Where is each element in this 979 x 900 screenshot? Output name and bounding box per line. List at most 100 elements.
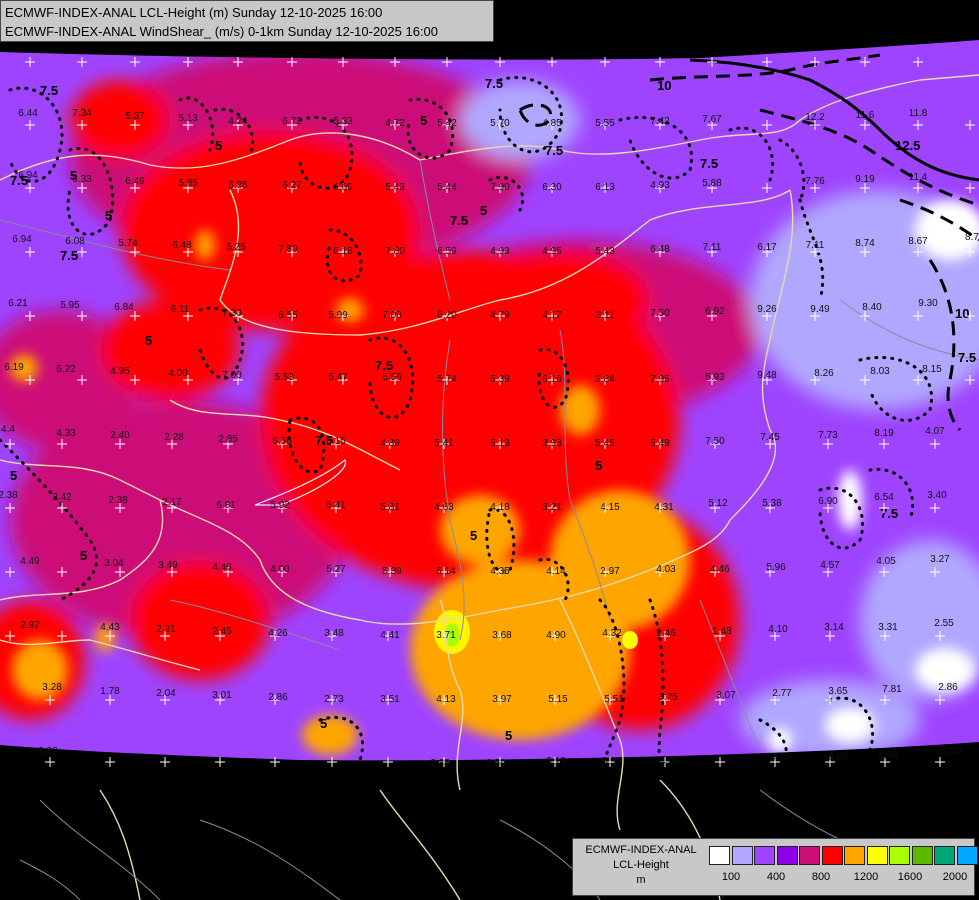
grid-value: 9.19	[855, 174, 875, 185]
grid-value: 5.96	[766, 562, 786, 573]
grid-value: 11.6	[856, 110, 875, 121]
grid-value: 6.99	[828, 752, 848, 763]
grid-value: 3.84	[595, 374, 615, 385]
grid-value: 3.75	[658, 692, 678, 703]
grid-value: 3.18	[546, 756, 566, 767]
grid-value: 3.40	[927, 490, 947, 501]
legend-swatch	[866, 846, 888, 865]
contour-label: 12.5	[895, 138, 920, 153]
grid-value: 5.51	[604, 694, 624, 705]
grid-value: 5.42	[437, 118, 457, 129]
grid-value: 1.78	[100, 686, 120, 697]
grid-value: 5.41	[326, 500, 346, 511]
grid-value: 5.43	[385, 182, 405, 193]
grid-value: 6.72	[282, 116, 302, 127]
grid-value: 7.00	[222, 370, 242, 381]
grid-value: 4.00	[168, 368, 188, 379]
grid-value: 8.03	[870, 366, 890, 377]
grid-value: 2.04	[156, 688, 176, 699]
legend-tick-label: 1200	[853, 871, 879, 883]
grid-value: 6.15	[326, 436, 346, 447]
grid-value: 6.44	[18, 108, 38, 119]
grid-value: 6.48	[650, 244, 670, 255]
grid-value: 5.27	[326, 564, 346, 575]
grid-value: 4.15	[600, 502, 620, 513]
grid-value: 9.49	[810, 304, 830, 315]
grid-value: 3.51	[380, 694, 400, 705]
legend-swatch	[844, 846, 865, 865]
grid-value: 5.14	[436, 566, 456, 577]
grid-value: 6.55	[278, 310, 298, 321]
grid-value: 5.81	[380, 502, 400, 513]
contour-label: 7.5	[375, 358, 393, 373]
grid-value: 7.30	[222, 308, 242, 319]
grid-value: 3.65	[828, 686, 848, 697]
grid-value: 4.57	[820, 560, 840, 571]
contour-label: 7.5	[958, 350, 976, 365]
grid-value: 2.28	[164, 432, 184, 443]
grid-value: 2.97	[20, 620, 40, 631]
grid-value: 6.20	[437, 310, 457, 321]
legend-swatch	[889, 846, 910, 865]
grid-value: 11.8	[909, 108, 928, 119]
contour-label: 7.5	[485, 76, 503, 91]
grid-value: 4.40	[212, 562, 232, 573]
grid-value: 7.11	[703, 242, 722, 253]
grid-value: 5.85	[178, 178, 198, 189]
legend-swatch	[911, 846, 933, 865]
grid-value: 3.11	[596, 310, 615, 321]
grid-value: 2.73	[324, 694, 344, 705]
grid-value: 7.50	[705, 436, 725, 447]
grid-value: 2.59	[486, 758, 506, 769]
grid-value: 5.74	[437, 374, 457, 385]
grid-value: 2.45	[212, 626, 232, 637]
grid-value: 5.47	[328, 372, 348, 383]
grid-value: 4.95	[542, 246, 562, 257]
grid-value: 5.74	[118, 238, 138, 249]
contour-label: 5	[10, 468, 17, 483]
grid-value: 5.44	[437, 182, 457, 193]
legend-swatch	[934, 846, 955, 865]
grid-value: 3.71	[436, 630, 456, 641]
contour-label: 7.5	[700, 156, 718, 171]
grid-value: 4.93	[650, 180, 670, 191]
grid-value: 6.30	[542, 182, 562, 193]
grid-value: 6.19	[4, 362, 24, 373]
grid-value: 3.27	[930, 554, 950, 565]
grid-value: 2.85	[430, 758, 450, 769]
grid-value: 5.43	[595, 246, 615, 257]
legend-swatch	[731, 846, 753, 865]
grid-value: 7.11	[806, 240, 825, 251]
grid-value: 4.72	[385, 118, 405, 129]
contour-label: 5	[320, 716, 327, 731]
legend-tick-label: 800	[811, 871, 831, 883]
grid-value: 5.99	[328, 310, 348, 321]
grid-value: 5.92	[270, 500, 290, 511]
grid-value: 7.45	[760, 432, 780, 443]
legend-swatch	[956, 846, 978, 865]
grid-value: 4.09	[660, 756, 680, 767]
grid-value: 7.00	[382, 310, 402, 321]
grid-value: 2.55	[934, 618, 954, 629]
grid-value: 4.10	[768, 624, 788, 635]
contour-label: 5	[595, 458, 602, 473]
title-box: ECMWF-INDEX-ANAL LCL-Height (m) Sunday 1…	[0, 0, 494, 42]
grid-value: 4.49	[20, 556, 40, 567]
legend-swatch	[754, 846, 775, 865]
title-line-lcl: ECMWF-INDEX-ANAL LCL-Height (m) Sunday 1…	[5, 5, 383, 20]
grid-value: 8.40	[862, 302, 882, 313]
contour-label: 5	[505, 728, 512, 743]
contour-label: 5	[470, 528, 477, 543]
grid-value: 7.95	[650, 374, 670, 385]
grid-value: 7.50	[650, 308, 670, 319]
grid-value: 5.38	[762, 498, 782, 509]
lcl-height-map: 5555555555557.57.57.57.57.57.57.57.57.57…	[0, 0, 979, 900]
grid-value: 4.43	[100, 622, 120, 633]
legend-field: LCL-Height	[613, 859, 669, 871]
grid-value: 5.15	[548, 694, 568, 705]
legend-swatch	[821, 846, 843, 865]
grid-value: 4.33	[56, 428, 76, 439]
grid-value: 6.48	[650, 438, 670, 449]
grid-value: 8.15	[922, 364, 942, 375]
grid-value: 3.82	[38, 746, 58, 757]
